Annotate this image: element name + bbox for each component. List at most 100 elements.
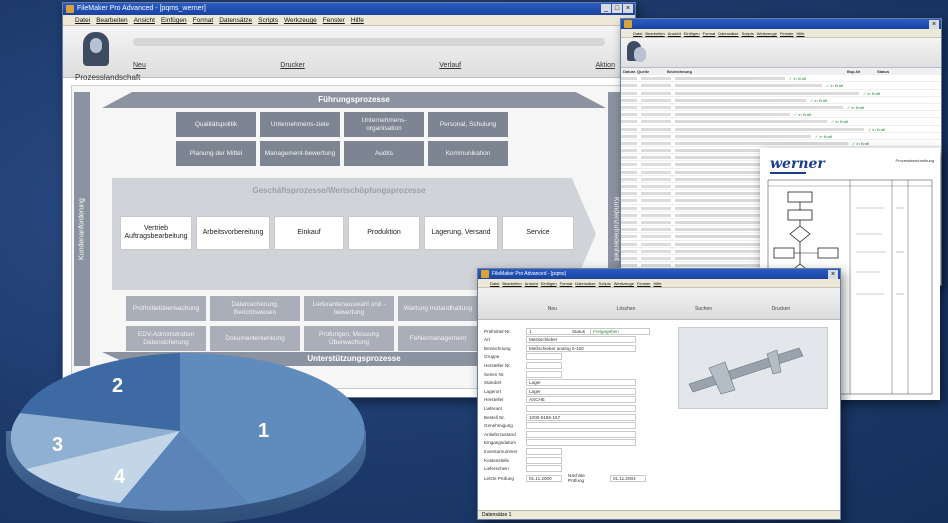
list-menu-item[interactable]: Format (703, 29, 716, 37)
menu-scripts[interactable]: Scripts (258, 15, 278, 25)
process-audits[interactable]: Audits (344, 141, 424, 166)
main-header: Neu Drucker Verlauf Aktion (63, 26, 635, 78)
process-service[interactable]: Service (502, 216, 574, 250)
process-unternehmensziele[interactable]: Unternehmens-ziele (260, 112, 340, 137)
process-wartung-instandhaltung[interactable]: Wartung Instandhaltung (398, 296, 478, 321)
form-menu-item[interactable]: Einfügen (541, 279, 557, 287)
form-field-input[interactable] (526, 353, 562, 361)
form-field-input[interactable]: Messschieber (526, 336, 636, 344)
process-einkauf[interactable]: Einkauf (274, 216, 344, 250)
list-item[interactable]: ✓ in Kraft (621, 104, 941, 112)
form-menu-item[interactable]: Bearbeiten (502, 279, 521, 287)
form-header: Neu Löschen Suchen Drucken (478, 288, 840, 320)
status-row: Status Freigegeben (572, 327, 650, 335)
list-item[interactable]: ✓ in Kraft (621, 140, 941, 148)
form-field-row: Art Messschieber (484, 336, 636, 344)
menu-bearbeiten[interactable]: Bearbeiten (96, 15, 127, 25)
process-managementbewertung[interactable]: Management-bewertung (260, 141, 340, 166)
form-field-input[interactable]: Lager (526, 379, 636, 387)
list-menu-item[interactable]: Einfügen (684, 29, 700, 37)
list-item[interactable]: ✓ in Kraft (621, 82, 941, 90)
process-lagerung-versand[interactable]: Lagerung, Versand (424, 216, 498, 250)
next-check-field[interactable]: 01.11.2004 (610, 474, 646, 482)
menu-datensaetze[interactable]: Datensätze (219, 15, 252, 25)
list-menu-item[interactable]: Scripts (742, 29, 754, 37)
maximize-icon[interactable]: □ (612, 4, 622, 13)
list-menu-item[interactable]: Ansicht (668, 29, 681, 37)
form-field-input[interactable] (526, 422, 636, 430)
list-menu-item[interactable]: Bearbeiten (645, 29, 664, 37)
menu-datei[interactable]: Datei (75, 15, 90, 25)
nav-drucker-button[interactable]: Drucker (270, 62, 315, 69)
menu-ansicht[interactable]: Ansicht (134, 15, 155, 25)
list-avatar-icon (627, 41, 646, 62)
process-unternehmensorganisation[interactable]: Unternehmens-organisation (344, 112, 424, 137)
list-menu-item[interactable]: Datei (633, 29, 642, 37)
list-item[interactable]: ✓ in Kraft (621, 133, 941, 140)
form-field-input[interactable]: Meßschieber analog 0-150 (526, 344, 636, 352)
menu-hilfe[interactable]: Hilfe (351, 15, 364, 25)
menu-einfuegen[interactable]: Einfügen (161, 15, 187, 25)
list-item[interactable]: ✓ in Kraft (621, 118, 941, 126)
form-field-input[interactable]: ASCHE (526, 396, 636, 404)
list-header (621, 38, 941, 68)
form-close-icon[interactable]: × (828, 270, 838, 279)
process-kommunikation[interactable]: Kommunikation (428, 141, 508, 166)
menu-werkzeuge[interactable]: Werkzeuge (284, 15, 317, 25)
form-menu-item[interactable]: Hilfe (654, 279, 662, 287)
form-field-row: Lieferschein (484, 465, 562, 473)
form-menu-item[interactable]: Ansicht (525, 279, 538, 287)
form-menu-item[interactable]: Werkzeuge (614, 279, 634, 287)
close-icon[interactable]: × (623, 4, 633, 13)
form-field-input[interactable] (526, 361, 562, 369)
form-field-input[interactable] (526, 456, 562, 464)
form-field-input[interactable] (526, 465, 562, 473)
pie-label-3: 3 (52, 434, 64, 456)
form-field-input[interactable] (526, 404, 636, 412)
form-field-input[interactable] (526, 439, 636, 447)
list-menu-item[interactable]: Hilfe (797, 29, 805, 37)
process-qualitaetspolitik[interactable]: Qualitätspolitik (176, 112, 256, 137)
process-lieferantenauswahl[interactable]: Lieferantenauswahl und -bewertung (304, 296, 394, 321)
form-menu-item[interactable]: Datensätze (575, 279, 595, 287)
form-menu-item[interactable]: Fenster (637, 279, 651, 287)
process-datensicherung-berichtswesen[interactable]: Datensicherung, Berichtswesen (210, 296, 300, 321)
form-menu-item[interactable]: Scripts (599, 279, 611, 287)
list-item[interactable]: ✓ in Kraft (621, 75, 941, 83)
form-field-input[interactable]: 1000-5156-167 (526, 413, 636, 421)
list-menu-item[interactable]: Werkzeuge (757, 29, 777, 37)
process-produktion[interactable]: Produktion (348, 216, 420, 250)
process-arbeitsvorbereitung[interactable]: Arbeitsvorbereitung (196, 216, 270, 250)
form-menu-item[interactable]: Format (560, 279, 573, 287)
form-nav-neu[interactable]: Neu (548, 306, 557, 312)
process-vertrieb[interactable]: Vertrieb Auftragsbearbeitung (120, 216, 192, 250)
list-item[interactable]: ✓ in Kraft (621, 90, 941, 97)
list-item[interactable]: ✓ in Kraft (621, 111, 941, 119)
form-nav-suchen[interactable]: Suchen (695, 306, 712, 312)
process-personal-schulung[interactable]: Personal, Schulung (428, 112, 508, 137)
process-planung-mittel[interactable]: Planung der Mittel (176, 141, 256, 166)
form-field-input[interactable] (526, 447, 562, 455)
form-menu-item[interactable]: Datei (490, 279, 499, 287)
last-check-field[interactable]: 01.11.2000 (526, 474, 562, 482)
minimize-icon[interactable]: _ (601, 4, 611, 13)
list-item[interactable]: ✓ in Kraft (621, 97, 941, 104)
form-nav-loeschen[interactable]: Löschen (617, 306, 636, 312)
nav-verlauf-button[interactable]: Verlauf (429, 62, 471, 69)
list-menu-item[interactable]: Datensätze (718, 29, 738, 37)
list-menu-item[interactable]: Fenster (780, 29, 794, 37)
menu-format[interactable]: Format (193, 15, 214, 25)
status-field[interactable]: Freigegeben (590, 327, 650, 335)
form-nav-drucken[interactable]: Drucken (772, 306, 791, 312)
process-fehlermanagement[interactable]: Fehlermanagement (398, 326, 478, 351)
pie-label-1: 1 (258, 420, 270, 442)
nav-neu-button[interactable]: Neu (123, 62, 156, 69)
process-pruefmittelueberwachung[interactable]: Prüfmittelüberwachung (126, 296, 206, 321)
list-close-icon[interactable]: × (929, 20, 939, 29)
form-field-input[interactable] (526, 370, 562, 378)
form-field-input[interactable] (526, 430, 636, 438)
list-item[interactable]: ✓ in Kraft (621, 126, 941, 133)
form-field-input[interactable]: Lager (526, 387, 636, 395)
menu-fenster[interactable]: Fenster (323, 15, 345, 25)
pie-label-2: 2 (112, 375, 124, 397)
